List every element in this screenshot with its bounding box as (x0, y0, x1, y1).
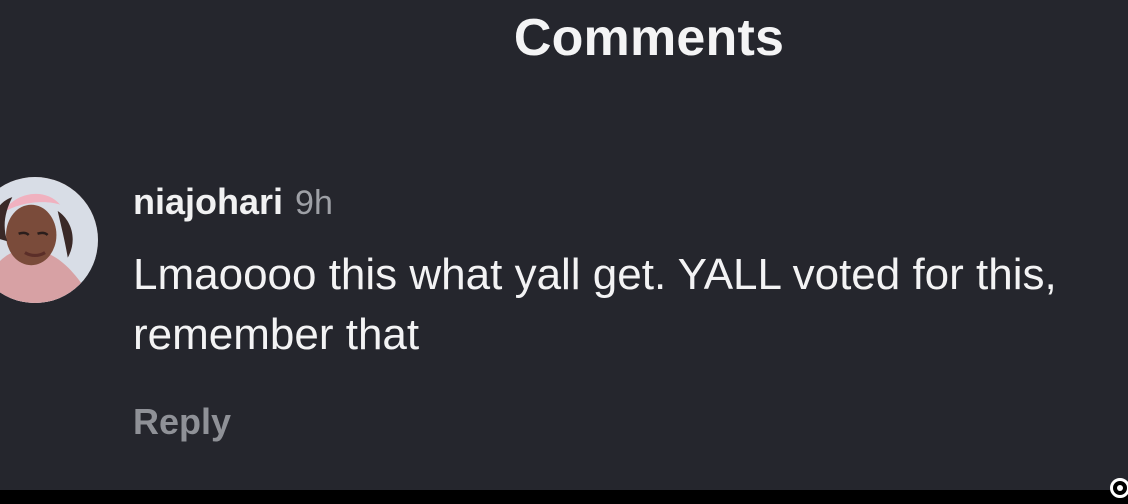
comment-time: 9h (295, 184, 333, 222)
avatar-icon (0, 177, 98, 303)
avatar[interactable] (0, 177, 98, 303)
username[interactable]: niajohari (133, 181, 283, 223)
comments-screen: Comments niajohari 9h Lmaoooo this what … (0, 0, 1128, 504)
corner-icon (1110, 478, 1128, 498)
bottom-bar (0, 490, 1128, 504)
comments-title: Comments (513, 9, 785, 67)
comment-meta: niajohari 9h (133, 181, 333, 223)
comment-item: niajohari 9h Lmaoooo this what yall get.… (0, 175, 1128, 455)
reply-button[interactable]: Reply (133, 401, 231, 443)
comment-text: Lmaoooo this what yall get. YALL voted f… (133, 250, 1057, 359)
